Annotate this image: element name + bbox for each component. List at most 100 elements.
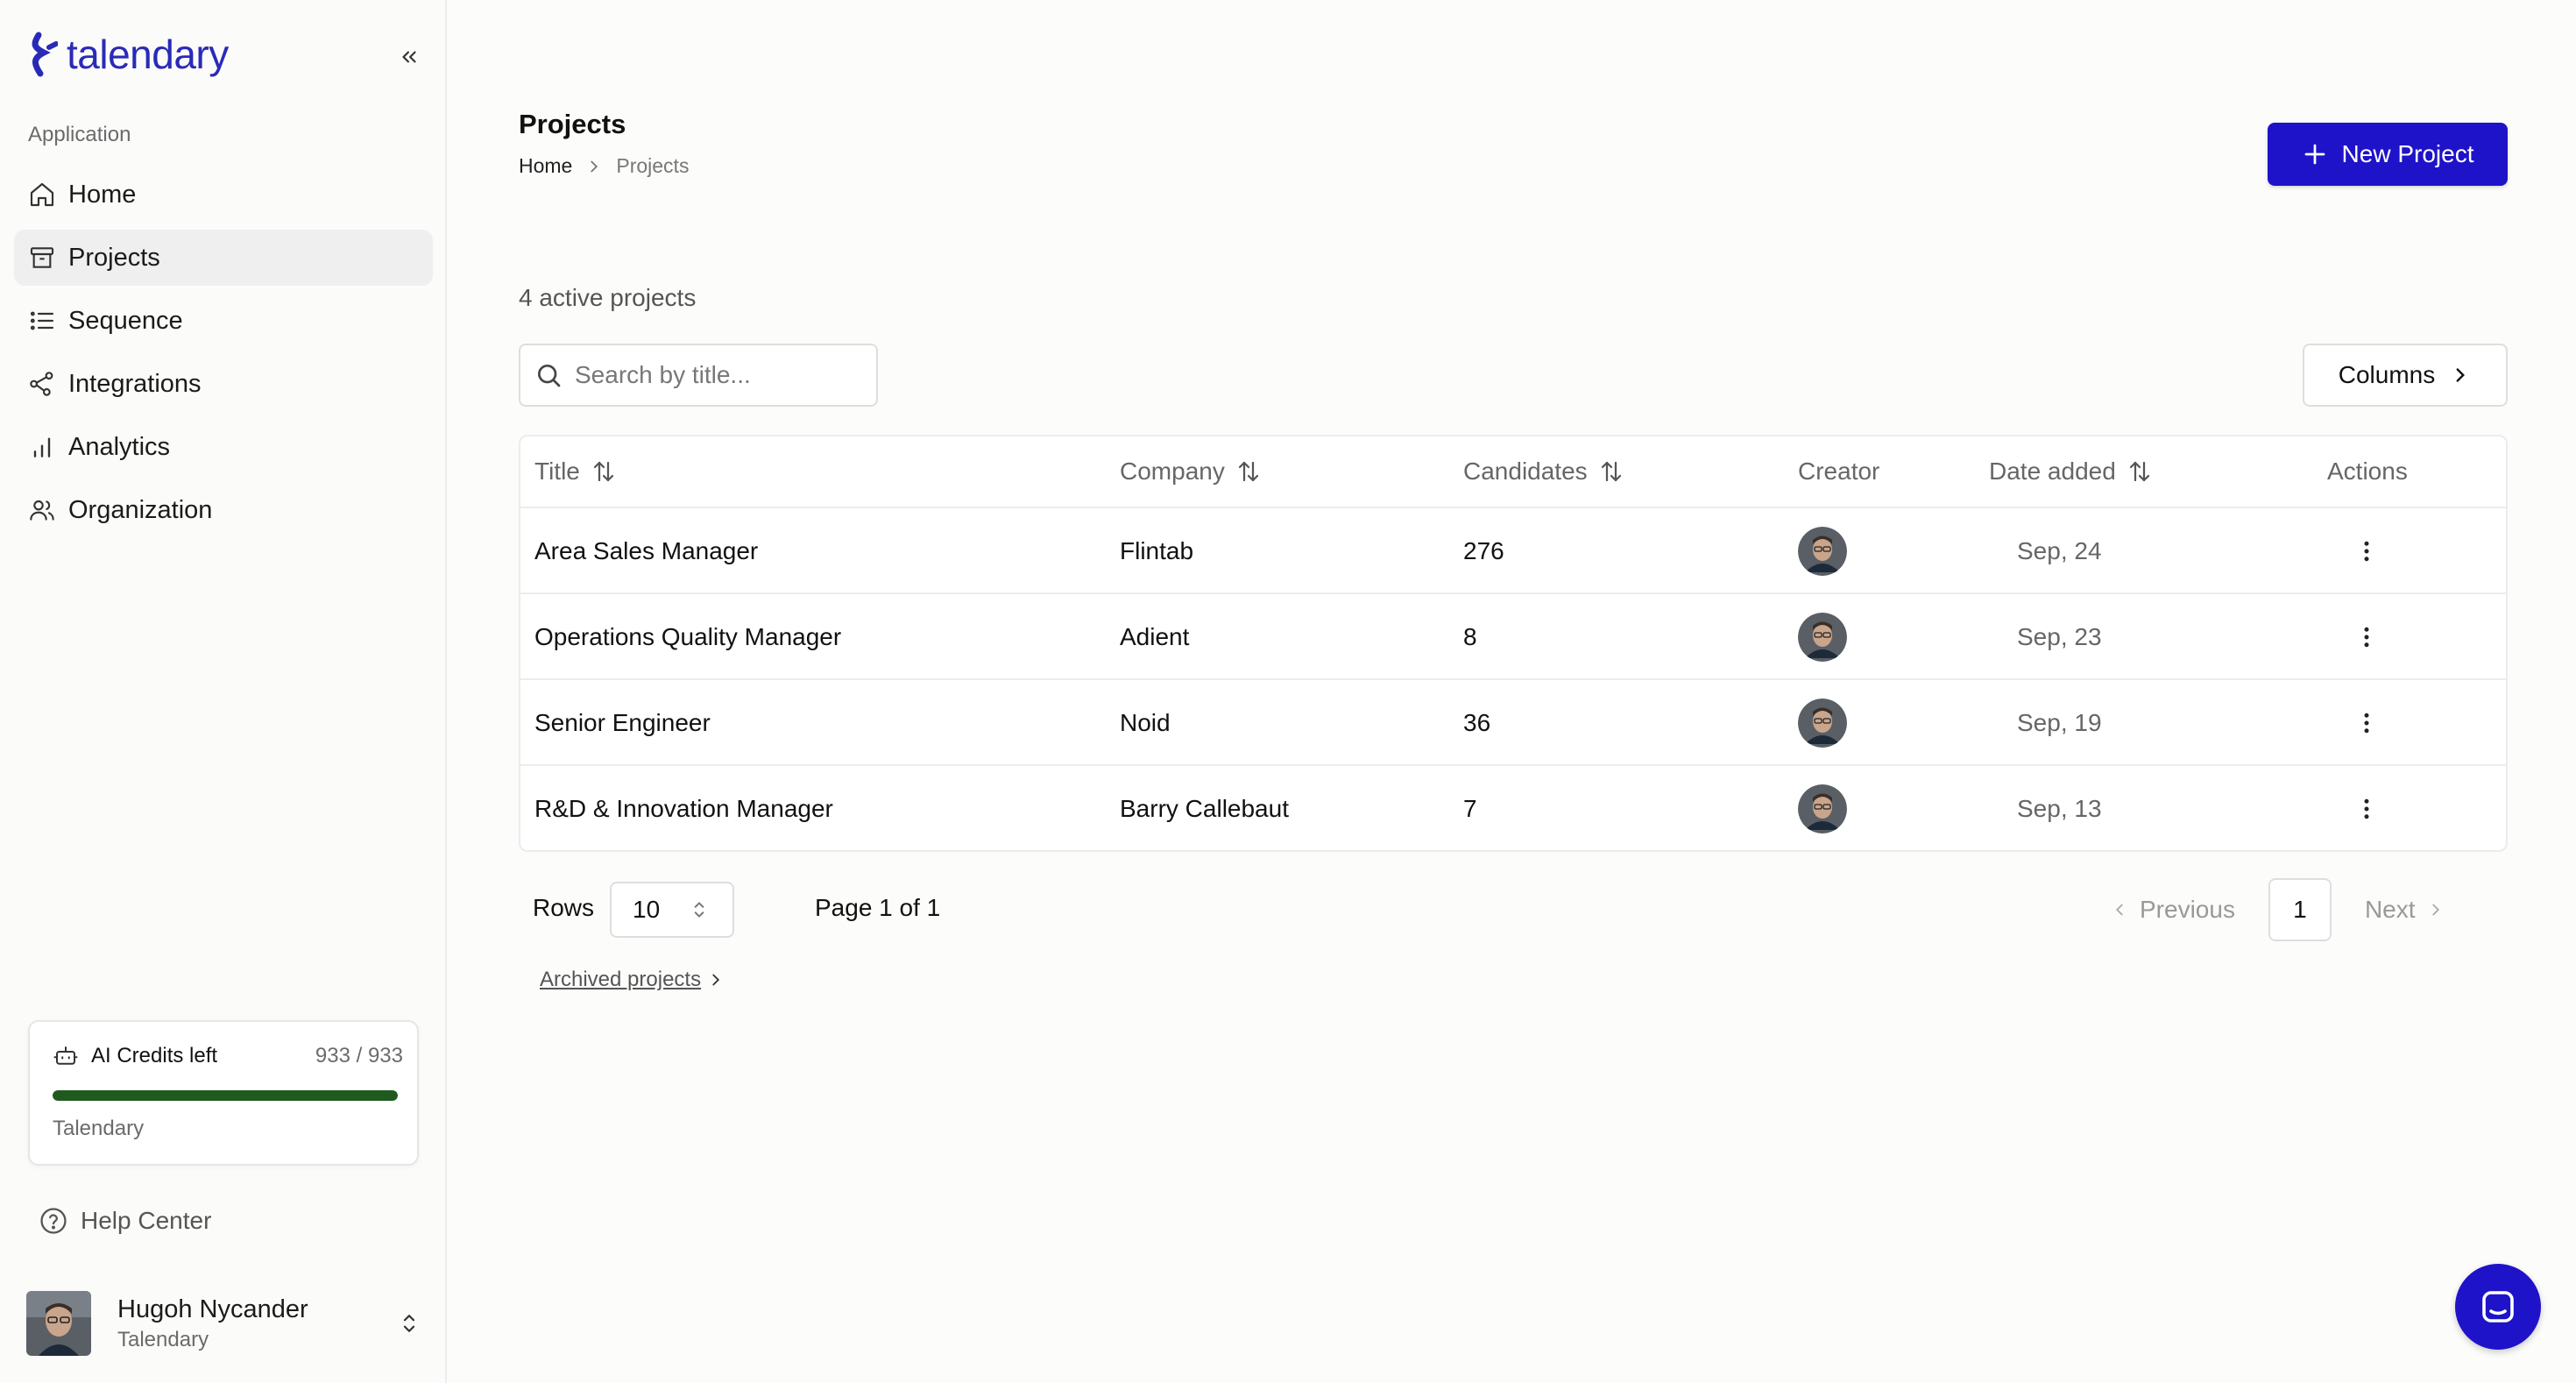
sidebar-item-label: Organization xyxy=(68,495,213,524)
section-label: Application xyxy=(28,123,131,146)
cell-company: Adient xyxy=(1120,623,1190,650)
cell-title[interactable]: Area Sales Manager xyxy=(534,508,758,594)
plus-icon xyxy=(2304,144,2325,165)
ai-credits-header: AI Credits left 933 / 933 xyxy=(53,1043,403,1069)
robot-icon xyxy=(53,1046,78,1065)
cell-title[interactable]: Operations Quality Manager xyxy=(534,594,841,680)
ai-credits-card: AI Credits left 933 / 933 Talendary xyxy=(28,1020,419,1166)
sidebar-item-projects[interactable]: Projects xyxy=(14,230,433,286)
more-vertical-icon xyxy=(2364,798,2369,819)
row-actions-button[interactable] xyxy=(2353,680,2380,766)
logo-text: talendary xyxy=(67,32,229,77)
column-header-actions: Actions xyxy=(2327,457,2408,486)
projects-table: Title Company Candidates Creator Date ad… xyxy=(519,435,2508,852)
list-icon xyxy=(30,311,54,330)
cell-candidates: 276 xyxy=(1463,537,1504,564)
ai-credits-value: 933 / 933 xyxy=(315,1044,403,1067)
row-actions-button[interactable] xyxy=(2353,766,2380,850)
creator-avatar xyxy=(1798,784,1847,833)
table-row[interactable]: Area Sales Manager Flintab 276 Sep, 24 xyxy=(520,508,2506,594)
search-icon xyxy=(538,365,561,387)
user-menu[interactable]: Hugoh Nycander Talendary xyxy=(26,1288,422,1358)
rows-per-page-select[interactable]: 10 xyxy=(610,882,734,938)
chevron-right-icon xyxy=(2431,904,2439,916)
sidebar-item-label: Analytics xyxy=(68,432,171,461)
bar-chart-icon xyxy=(33,437,51,457)
chevron-left-icon xyxy=(2115,904,2123,916)
previous-page-button[interactable]: Previous xyxy=(2110,896,2235,924)
cell-company: Noid xyxy=(1120,709,1171,736)
cell-date-added: Sep, 24 xyxy=(2017,537,2102,564)
column-header-creator: Creator xyxy=(1798,457,1879,486)
chevrons-up-down-icon xyxy=(403,1315,415,1332)
collapse-sidebar-button[interactable] xyxy=(391,39,428,75)
ai-credits-label: AI Credits left xyxy=(91,1044,218,1067)
column-header-label: Actions xyxy=(2327,457,2408,485)
breadcrumb: Home Projects xyxy=(519,154,689,178)
help-center-link[interactable]: Help Center xyxy=(39,1206,211,1236)
sidebar-item-integrations[interactable]: Integrations xyxy=(14,356,433,412)
more-vertical-icon xyxy=(2364,541,2369,562)
column-header-label: Date added xyxy=(1989,457,2116,485)
new-project-button[interactable]: New Project xyxy=(2268,123,2508,186)
chevron-right-icon xyxy=(2456,368,2466,382)
cell-candidates: 36 xyxy=(1463,709,1491,736)
page-number-button[interactable]: 1 xyxy=(2268,878,2332,941)
column-header-candidates[interactable]: Candidates xyxy=(1463,457,1624,486)
creator-avatar xyxy=(1798,699,1847,748)
sidebar-item-label: Integrations xyxy=(68,369,202,398)
main-content: Projects Home Projects New Project 4 act… xyxy=(449,0,2576,1383)
next-page-button[interactable]: Next xyxy=(2365,896,2445,924)
chevrons-up-down-icon xyxy=(694,902,704,918)
user-avatar xyxy=(26,1291,91,1356)
user-name: Hugoh Nycander xyxy=(117,1294,308,1323)
search-input[interactable] xyxy=(575,361,864,389)
page-title: Projects xyxy=(519,109,626,139)
creator-avatar xyxy=(1798,613,1847,662)
help-circle-icon xyxy=(40,1208,67,1234)
next-label: Next xyxy=(2364,896,2416,923)
user-org: Talendary xyxy=(117,1327,209,1351)
column-header-title[interactable]: Title xyxy=(534,457,617,486)
sort-icon xyxy=(1238,461,1258,482)
archive-box-icon xyxy=(30,247,54,268)
pagination: Previous 1 Next xyxy=(2110,878,2445,941)
cell-company: Flintab xyxy=(1120,537,1194,564)
cell-date-added: Sep, 19 xyxy=(2017,709,2102,736)
table-row[interactable]: R&D & Innovation Manager Barry Callebaut… xyxy=(520,766,2506,850)
sidebar-item-organization[interactable]: Organization xyxy=(14,482,433,538)
cell-title[interactable]: R&D & Innovation Manager xyxy=(534,766,833,850)
column-header-label: Creator xyxy=(1798,457,1880,485)
cell-creator xyxy=(1798,766,1847,850)
archived-projects-link[interactable]: Archived projects xyxy=(540,968,725,992)
rows-per-page-value: 10 xyxy=(633,896,661,923)
active-projects-count: 4 active projects xyxy=(519,284,697,311)
sidebar-item-label: Home xyxy=(68,180,137,209)
sidebar-item-sequence[interactable]: Sequence xyxy=(14,293,433,349)
row-actions-button[interactable] xyxy=(2353,594,2380,680)
home-icon xyxy=(30,182,54,207)
table-row[interactable]: Senior Engineer Noid 36 Sep, 19 xyxy=(520,680,2506,766)
column-header-date-added[interactable]: Date added xyxy=(1989,457,2153,486)
table-row[interactable]: Operations Quality Manager Adient 8 Sep,… xyxy=(520,594,2506,680)
page-info: Page 1 of 1 xyxy=(815,894,941,921)
cell-creator xyxy=(1798,680,1847,766)
creator-avatar xyxy=(1798,527,1847,576)
cell-candidates: 7 xyxy=(1463,795,1477,822)
row-actions-button[interactable] xyxy=(2353,508,2380,594)
chat-support-button[interactable] xyxy=(2455,1264,2541,1350)
cell-title[interactable]: Senior Engineer xyxy=(534,680,711,766)
sidebar-item-home[interactable]: Home xyxy=(14,167,433,223)
chat-icon xyxy=(2482,1291,2514,1323)
sidebar: talendary Application Home Projects Sequ… xyxy=(0,0,447,1383)
logo[interactable]: talendary xyxy=(26,30,229,79)
chevron-right-icon xyxy=(591,160,598,172)
column-header-label: Title xyxy=(534,457,580,485)
search-field[interactable] xyxy=(519,344,878,407)
talendary-logo-icon xyxy=(32,32,58,77)
sidebar-item-analytics[interactable]: Analytics xyxy=(14,419,433,475)
columns-button[interactable]: Columns xyxy=(2303,344,2508,407)
column-header-company[interactable]: Company xyxy=(1120,457,1262,486)
breadcrumb-home[interactable]: Home xyxy=(519,154,572,178)
new-project-label: New Project xyxy=(2341,140,2474,167)
